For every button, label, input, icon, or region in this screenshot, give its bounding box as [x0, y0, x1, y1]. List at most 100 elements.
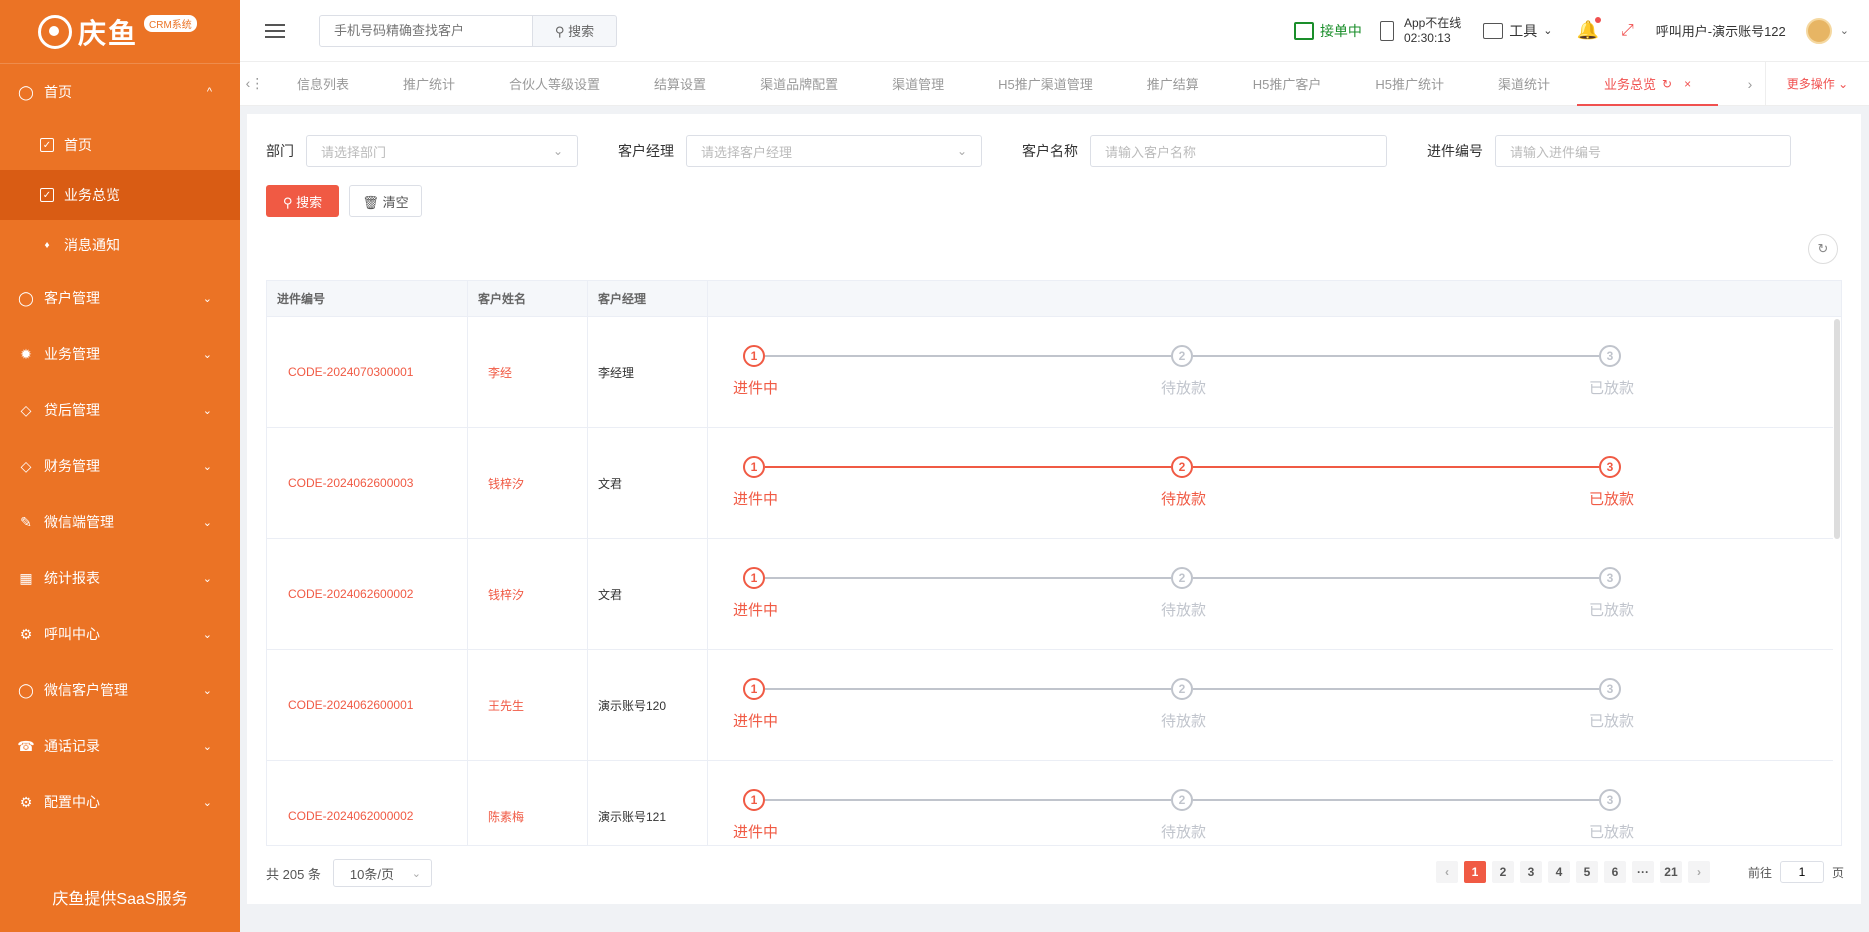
page-button[interactable]: 21	[1659, 861, 1682, 883]
row-customer-name[interactable]: 钱梓汐	[468, 428, 588, 538]
tab-refresh-icon[interactable]: ↻	[1662, 77, 1672, 91]
submenu-label: 业务总览	[64, 187, 120, 203]
search-button[interactable]: ⚲ 搜索	[266, 185, 339, 217]
tab-item[interactable]: 渠道统计	[1471, 62, 1577, 106]
column-header-manager[interactable]: 客户经理	[588, 281, 708, 316]
manager-label: 客户经理	[618, 143, 674, 159]
row-code[interactable]: CODE-2024062000002	[267, 761, 468, 845]
tab-item[interactable]: 推广结算	[1120, 62, 1226, 106]
submenu-item-home[interactable]: ✓ 首页	[0, 120, 240, 170]
row-customer-name[interactable]: 李经	[468, 317, 588, 427]
hamburger-menu-icon[interactable]	[265, 23, 285, 38]
manager-select[interactable]: 请选择客户经理 ⌄	[686, 135, 982, 167]
goto-suffix: 页	[1831, 865, 1844, 880]
step-connector	[765, 798, 1171, 801]
tab-item[interactable]: 渠道管理	[865, 62, 971, 106]
clear-button[interactable]: 🗑 清空	[349, 185, 422, 217]
step-label: 已放款	[1589, 823, 1635, 841]
tab-label: 渠道统计	[1497, 77, 1550, 92]
tab-item[interactable]: 结算设置	[627, 62, 733, 106]
submenu-item-business-overview[interactable]: ✓ 业务总览	[0, 170, 240, 220]
chevron-down-icon: ⌄	[202, 292, 212, 305]
tab-item[interactable]: 渠道品牌配置	[733, 62, 865, 106]
row-customer-name[interactable]: 陈素梅	[468, 761, 588, 845]
page-button[interactable]: 3	[1519, 861, 1542, 883]
sidebar-item-label: 首页	[44, 84, 72, 100]
customer-name-input[interactable]: 请输入客户名称	[1090, 135, 1387, 167]
tab-item[interactable]: 业务总览 ↻ ×	[1577, 62, 1719, 106]
page-button[interactable]: 6	[1603, 861, 1626, 883]
header-search-button[interactable]: ⚲ 搜索	[533, 14, 617, 47]
next-page-icon[interactable]: ›	[1687, 861, 1710, 883]
progress-steps: 1 进件中 2 待放款 3 已放款	[718, 317, 1841, 428]
tabs-prev-icon[interactable]: ‹⋮	[240, 75, 270, 92]
row-customer-name[interactable]: 钱梓汐	[468, 539, 588, 649]
table-row: CODE-2024062600002 钱梓汐 文君 1 进件中 2 待放款 3 已放款	[267, 539, 1841, 650]
column-header-code[interactable]: 进件编号	[267, 281, 468, 316]
tab-item[interactable]: H5推广客户	[1226, 62, 1349, 106]
submenu-item-notifications[interactable]: ♦ 消息通知	[0, 220, 240, 270]
pagination-total: 共 205 条 10条/页 ⌄	[266, 859, 432, 887]
tools-dropdown[interactable]: 工具 ⌄	[1483, 21, 1553, 41]
sidebar-item-call-records[interactable]: ☎ 通话记录 ⌄	[0, 718, 240, 774]
page-size-select[interactable]: 10条/页 ⌄	[332, 859, 432, 887]
sidebar-item-customers[interactable]: ◯ 客户管理 ⌄	[0, 270, 240, 326]
sidebar-item-call-center[interactable]: ⚙ 呼叫中心 ⌄	[0, 606, 240, 662]
row-customer-name[interactable]: 王先生	[468, 650, 588, 760]
chevron-down-icon: ⌄	[202, 628, 212, 641]
customer-icon: ◯	[18, 681, 34, 698]
page-button[interactable]: 5	[1575, 861, 1598, 883]
chevron-down-icon[interactable]: ⌄	[1840, 24, 1849, 37]
pagination: ‹ 123456···21 › 前往 页	[1430, 861, 1844, 883]
fullscreen-icon[interactable]: ⤢	[1621, 22, 1634, 40]
row-code[interactable]: CODE-2024062600003	[267, 428, 468, 538]
chevron-down-icon: ⌄	[1543, 25, 1553, 37]
tab-item[interactable]: H5推广统计	[1348, 62, 1471, 106]
tab-item[interactable]: 合伙人等级设置	[482, 62, 627, 106]
prev-page-icon[interactable]: ‹	[1435, 861, 1458, 883]
phone-icon: ☎	[17, 737, 35, 754]
logo[interactable]: 庆鱼 CRM系统	[0, 0, 240, 64]
goto-page-input[interactable]	[1779, 861, 1824, 883]
app-status: App不在线 02:30:13	[1379, 16, 1461, 46]
progress-steps: 1 进件中 2 待放款 3 已放款	[718, 539, 1841, 650]
row-code[interactable]: CODE-2024070300001	[267, 317, 468, 427]
step-label: 待放款	[1161, 379, 1207, 397]
avatar[interactable]	[1805, 17, 1832, 44]
sidebar-item-wechat-customers[interactable]: ◯ 微信客户管理 ⌄	[0, 662, 240, 718]
sidebar-item-finance[interactable]: ◇ 财务管理 ⌄	[0, 438, 240, 494]
notifications-button[interactable]: 🔔	[1577, 17, 1601, 41]
page-button[interactable]: 1	[1463, 861, 1486, 883]
header-right: 接单中 App不在线 02:30:13 工具 ⌄ 🔔 ⤢ 呼叫用户-演示账号12…	[1293, 0, 1869, 62]
row-code[interactable]: CODE-2024062600001	[267, 650, 468, 760]
sidebar-item-post-loan[interactable]: ◇ 贷后管理 ⌄	[0, 382, 240, 438]
filter-bar: 部门 请选择部门 ⌄ 客户经理 请选择客户经理 ⌄ 客户名称 请输入客户名称 进…	[266, 135, 1791, 167]
total-count: 共 205 条	[266, 866, 321, 882]
table-scrollbar-thumb[interactable]	[1834, 319, 1840, 539]
step-number-icon: 1	[743, 566, 765, 589]
tab-item[interactable]: 信息列表	[270, 62, 376, 106]
sidebar-item-reports[interactable]: ▦ 统计报表 ⌄	[0, 550, 240, 606]
sidebar-item-home[interactable]: ◯ 首页 ^	[0, 64, 240, 120]
refresh-icon[interactable]: ↻	[1808, 234, 1838, 264]
page-button[interactable]: 4	[1547, 861, 1570, 883]
step-label: 已放款	[1589, 379, 1635, 397]
tab-close-icon[interactable]: ×	[1684, 77, 1691, 91]
tab-item[interactable]: H5推广渠道管理	[971, 62, 1120, 106]
column-header-name[interactable]: 客户姓名	[468, 281, 588, 316]
row-code[interactable]: CODE-2024062600002	[267, 539, 468, 649]
page-button[interactable]: ···	[1631, 861, 1654, 883]
accept-orders-toggle[interactable]: 接单中	[1293, 21, 1362, 41]
step-number-icon: 2	[1171, 455, 1193, 478]
sidebar-item-config[interactable]: ⚙ 配置中心 ⌄	[0, 774, 240, 830]
tabs-next-icon[interactable]: ›	[1735, 76, 1765, 92]
tab-item[interactable]: 推广统计	[376, 62, 482, 106]
page-button[interactable]: 2	[1491, 861, 1514, 883]
more-operations-button[interactable]: 更多操作 ⌄	[1765, 61, 1869, 106]
code-input[interactable]: 请输入进件编号	[1495, 135, 1791, 167]
phone-search-input[interactable]	[319, 14, 533, 47]
dept-select[interactable]: 请选择部门 ⌄	[306, 135, 578, 167]
sidebar-item-wechat[interactable]: ✎ 微信端管理 ⌄	[0, 494, 240, 550]
notification-dot	[1594, 17, 1601, 23]
sidebar-item-business[interactable]: ✹ 业务管理 ⌄	[0, 326, 240, 382]
